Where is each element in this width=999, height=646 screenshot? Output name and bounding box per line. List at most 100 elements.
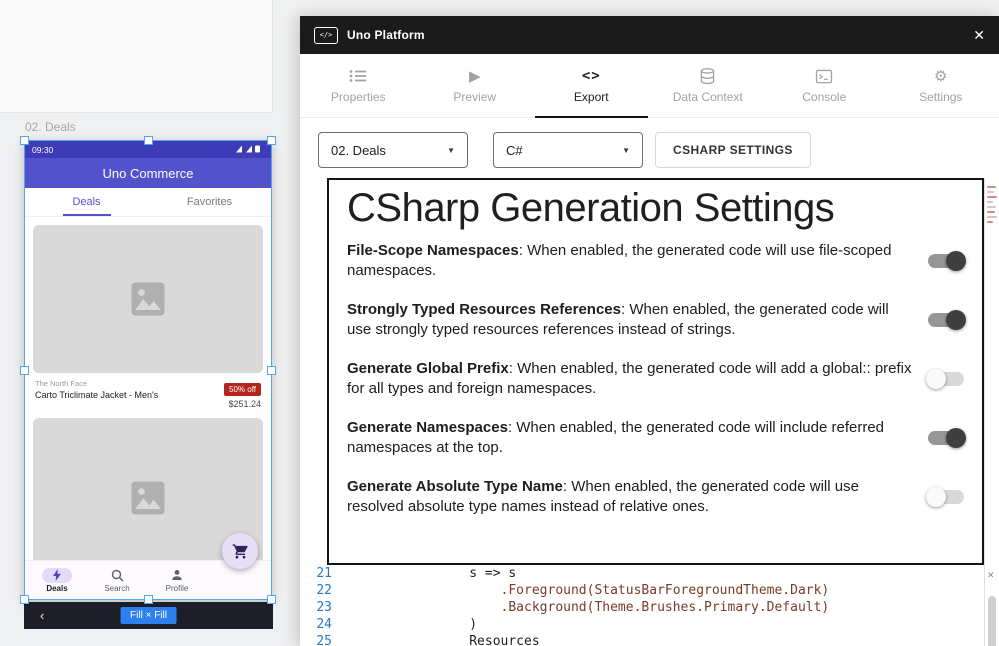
toggle-knob	[946, 251, 966, 271]
language-select-dropdown[interactable]: C# ▼	[493, 132, 643, 168]
tab-properties[interactable]: Properties	[300, 54, 417, 117]
code-line: 22 .Foreground(StatusBarForegroundTheme.…	[300, 582, 940, 599]
setting-text: Generate Absolute Type Name: When enable…	[347, 477, 912, 517]
bolt-icon	[42, 568, 72, 583]
toggle-knob	[946, 428, 966, 448]
tab-preview[interactable]: ▶ Preview	[417, 54, 534, 117]
dialog-title: CSharp Generation Settings	[347, 186, 964, 231]
screen-select-dropdown[interactable]: 02. Deals ▼	[318, 132, 468, 168]
setting-text: Generate Global Prefix: When enabled, th…	[347, 359, 912, 399]
phone-frame: 09:30 Uno Commerce Deals Favorites	[24, 140, 272, 600]
setting-name: File-Scope Namespaces	[347, 242, 519, 259]
fill-size-button[interactable]: Fill × Fill	[120, 607, 177, 624]
code-editor[interactable]: 21 s => s 22 .Foreground(StatusBarForegr…	[300, 565, 940, 646]
selection-handle[interactable]	[20, 595, 29, 604]
panel-title: Uno Platform	[347, 28, 425, 42]
setting-row-strongly-typed: Strongly Typed Resources References: Whe…	[347, 300, 964, 340]
artboard-label: 02. Deals	[25, 120, 76, 134]
image-icon	[126, 277, 170, 321]
person-icon	[162, 568, 192, 583]
cart-icon	[232, 543, 249, 560]
setting-row-file-scope: File-Scope Namespaces: When enabled, the…	[347, 241, 964, 281]
product-text: The North Face Carto Triclimate Jacket -…	[35, 379, 158, 409]
setting-name: Generate Namespaces	[347, 419, 508, 436]
setting-text: Generate Namespaces: When enabled, the g…	[347, 418, 912, 458]
play-icon: ▶	[469, 67, 481, 85]
setting-text: File-Scope Namespaces: When enabled, the…	[347, 241, 912, 281]
code-line: 24 )	[300, 616, 940, 633]
tab-deals[interactable]: Deals	[25, 188, 148, 216]
code-line: 21 s => s	[300, 565, 940, 582]
status-time: 09:30	[32, 145, 53, 155]
cart-fab-button[interactable]	[222, 533, 258, 569]
uno-platform-panel: </> Uno Platform ✕ Properties ▶ Preview …	[300, 16, 999, 646]
status-icons	[234, 144, 264, 155]
phone-app-bar: Uno Commerce	[25, 158, 271, 188]
gear-icon: ⚙	[934, 67, 947, 85]
nav-item-deals[interactable]: Deals	[27, 568, 87, 593]
product-brand: The North Face	[35, 379, 158, 388]
setting-row-global-prefix: Generate Global Prefix: When enabled, th…	[347, 359, 964, 399]
chevron-down-icon: ▼	[447, 146, 455, 155]
adjacent-artboard	[0, 0, 273, 113]
selection-handle[interactable]	[20, 366, 29, 375]
phone-content: The North Face Carto Triclimate Jacket -…	[25, 217, 271, 561]
product-name: Carto Triclimate Jacket - Men's	[35, 390, 158, 400]
selection-handle[interactable]	[20, 136, 29, 145]
minimap-marks	[985, 178, 999, 223]
back-chevron-icon[interactable]: ‹	[40, 608, 44, 623]
code-line: 25 Resources	[300, 633, 940, 646]
csharp-settings-dialog: CSharp Generation Settings File-Scope Na…	[327, 178, 984, 565]
toggle-knob	[926, 369, 946, 389]
selection-handle[interactable]	[267, 366, 276, 375]
selection-handle[interactable]	[267, 136, 276, 145]
editor-minimap-strip: ✕	[984, 178, 999, 646]
toggle-generate-global-prefix[interactable]	[928, 372, 964, 386]
setting-text: Strongly Typed Resources References: Whe…	[347, 300, 912, 340]
selection-handle[interactable]	[267, 595, 276, 604]
selection-handle[interactable]	[144, 136, 153, 145]
strip-close-icon[interactable]: ✕	[987, 570, 995, 581]
setting-name: Strongly Typed Resources References	[347, 301, 621, 318]
phone-artboard[interactable]: 09:30 Uno Commerce Deals Favorites	[24, 140, 272, 600]
code-line: 23 .Background(Theme.Brushes.Primary.Def…	[300, 599, 940, 616]
panel-header: </> Uno Platform ✕	[300, 16, 999, 54]
product-info-row: The North Face Carto Triclimate Jacket -…	[35, 379, 261, 409]
product-image-placeholder[interactable]	[33, 225, 263, 373]
setting-name: Generate Absolute Type Name	[347, 478, 563, 495]
artboard-footer-bar: ‹ Fill × Fill	[24, 602, 273, 629]
toggle-generate-namespaces[interactable]	[928, 431, 964, 445]
console-icon	[815, 67, 833, 85]
toggle-knob	[946, 310, 966, 330]
discount-badge: 50% off	[224, 383, 261, 396]
app-canvas: 02. Deals 09:30 Uno Commerce Deals	[0, 0, 999, 646]
image-icon	[126, 476, 170, 520]
tab-settings[interactable]: ⚙ Settings	[883, 54, 999, 117]
export-toolbar: 02. Deals ▼ C# ▼ CSHARP SETTINGS	[300, 118, 999, 180]
tab-data-context[interactable]: Data Context	[650, 54, 767, 117]
panel-tab-bar: Properties ▶ Preview <> Export Data Cont…	[300, 54, 999, 118]
app-title: Uno Commerce	[102, 166, 193, 181]
nav-item-profile[interactable]: Profile	[147, 568, 207, 593]
close-icon[interactable]: ✕	[973, 27, 985, 44]
tab-console[interactable]: Console	[766, 54, 883, 117]
tab-export[interactable]: <> Export	[533, 54, 650, 117]
toggle-file-scope-namespaces[interactable]	[928, 254, 964, 268]
code-brackets-icon: <>	[582, 67, 601, 85]
list-icon	[349, 67, 367, 85]
setting-row-absolute-type-name: Generate Absolute Type Name: When enable…	[347, 477, 964, 517]
csharp-settings-button[interactable]: CSHARP SETTINGS	[655, 132, 811, 168]
tab-favorites[interactable]: Favorites	[148, 188, 271, 216]
toggle-knob	[926, 487, 946, 507]
toggle-strongly-typed-resources[interactable]	[928, 313, 964, 327]
phone-tab-bar: Deals Favorites	[25, 188, 271, 217]
product-price: $251.24	[224, 399, 261, 409]
code-logo-icon: </>	[314, 27, 338, 44]
database-icon	[700, 67, 715, 85]
selection-handle[interactable]	[144, 595, 153, 604]
toggle-generate-absolute-type-name[interactable]	[928, 490, 964, 504]
signal-wifi-battery-icon	[234, 144, 264, 153]
vertical-scrollbar-thumb[interactable]	[988, 596, 996, 646]
nav-item-search[interactable]: Search	[87, 568, 147, 593]
setting-name: Generate Global Prefix	[347, 360, 509, 377]
